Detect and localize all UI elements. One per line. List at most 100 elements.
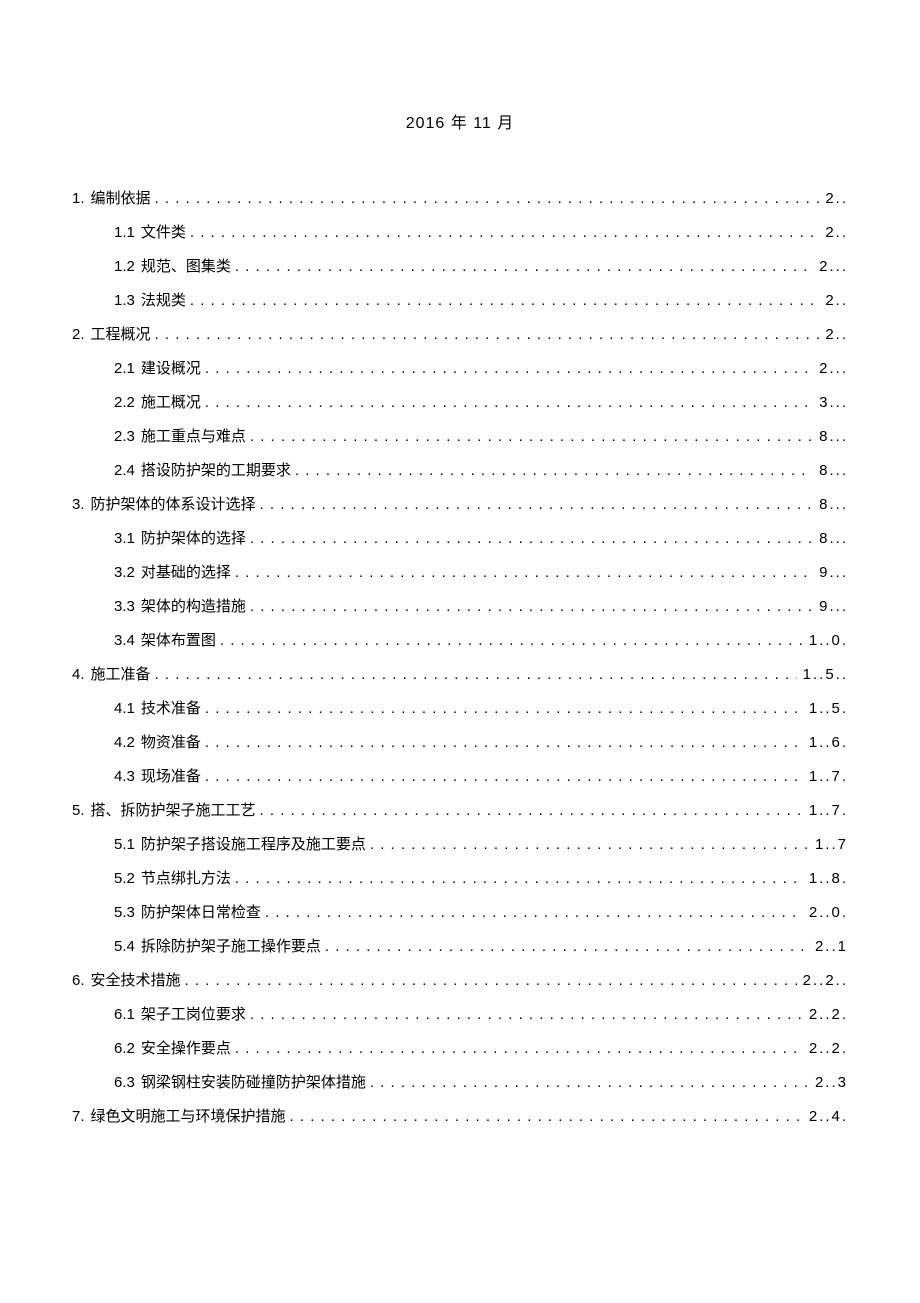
- toc-page-number: 1..7: [809, 831, 848, 858]
- document-date: 2016 年 11 月: [72, 110, 848, 139]
- toc-entry: 6.1 架子工岗位要求 2..2.: [72, 1001, 848, 1028]
- toc-leader-dots: [205, 355, 813, 382]
- toc-leader-dots: [290, 1103, 803, 1130]
- toc-leader-dots: [260, 797, 803, 824]
- toc-page-number: 8...: [813, 457, 848, 484]
- toc-page-number: 3...: [813, 389, 848, 416]
- toc-page-number: 8...: [813, 423, 848, 450]
- toc-page-number: 2..2..: [797, 967, 848, 994]
- toc-page-number: 1..7.: [803, 763, 848, 790]
- toc-number: 3.3: [114, 593, 135, 620]
- toc-page-number: 2..: [819, 321, 848, 348]
- toc-number: 1.: [72, 185, 85, 212]
- toc-page-number: 2...: [813, 355, 848, 382]
- toc-page-number: 8...: [813, 491, 848, 518]
- toc-title: 安全操作要点: [141, 1035, 231, 1062]
- toc-page-number: 9...: [813, 559, 848, 586]
- toc-page-number: 8...: [813, 525, 848, 552]
- toc-page-number: 1..0.: [803, 627, 848, 654]
- toc-entry: 4.1技术准备1..5.: [72, 695, 848, 722]
- toc-entry: 7.绿色文明施工与环境保护措施2..4.: [72, 1103, 848, 1130]
- toc-leader-dots: [155, 321, 820, 348]
- toc-number: 3.: [72, 491, 85, 518]
- toc-title: 防护架体日常检查: [141, 899, 261, 926]
- toc-number: 2.: [72, 321, 85, 348]
- toc-entry: 1.3法规类2..: [72, 287, 848, 314]
- toc-number: 1.3: [114, 287, 135, 314]
- toc-number: 2.3: [114, 423, 135, 450]
- toc-number: 5.: [72, 797, 85, 824]
- toc-leader-dots: [370, 1069, 809, 1096]
- toc-page-number: 2..: [819, 185, 848, 212]
- toc-title: 搭、拆防护架子施工工艺: [91, 797, 256, 824]
- toc-title: 安全技术措施: [91, 967, 181, 994]
- toc-number: 5.1: [114, 831, 135, 858]
- toc-leader-dots: [295, 457, 813, 484]
- toc-title: 防护架体的体系设计选择: [91, 491, 256, 518]
- toc-entry: 3.防护架体的体系设计选择 8...: [72, 491, 848, 518]
- toc-number: 6.3: [114, 1069, 135, 1096]
- toc-leader-dots: [250, 593, 813, 620]
- toc-leader-dots: [325, 933, 809, 960]
- toc-number: 4.: [72, 661, 85, 688]
- toc-title: 文件类: [141, 219, 186, 246]
- toc-leader-dots: [190, 287, 819, 314]
- toc-entry: 5.4拆除防护架子施工操作要点2..1: [72, 933, 848, 960]
- toc-leader-dots: [260, 491, 814, 518]
- toc-number: 3.1: [114, 525, 135, 552]
- toc-entry: 2.3 施工重点与难点 8...: [72, 423, 848, 450]
- toc-entry: 2.4搭设防护架的工期要求8...: [72, 457, 848, 484]
- toc-number: 1.2: [114, 253, 135, 280]
- toc-leader-dots: [235, 253, 813, 280]
- toc-entry: 5.3防护架体日常检查2..0.: [72, 899, 848, 926]
- toc-number: 5.4: [114, 933, 135, 960]
- toc-number: 7.: [72, 1103, 85, 1130]
- toc-entry: 4.3现场准备1..7.: [72, 763, 848, 790]
- toc-number: 6.: [72, 967, 85, 994]
- toc-title: 施工概况: [141, 389, 201, 416]
- toc-number: 6.1: [114, 1001, 135, 1028]
- toc-number: 2.2: [114, 389, 135, 416]
- toc-entry: 6.3钢梁钢柱安装防碰撞防护架体措施2..3: [72, 1069, 848, 1096]
- toc-title: 架体布置图: [141, 627, 216, 654]
- toc-leader-dots: [250, 1001, 803, 1028]
- toc-number: 4.1: [114, 695, 135, 722]
- toc-number: 5.2: [114, 865, 135, 892]
- toc-entry: 3.3 架体的构造措施 9...: [72, 593, 848, 620]
- toc-page-number: 2..: [819, 287, 848, 314]
- toc-page-number: 1..8.: [803, 865, 848, 892]
- toc-title: 物资准备: [141, 729, 201, 756]
- toc-title: 现场准备: [141, 763, 201, 790]
- toc-leader-dots: [155, 661, 797, 688]
- toc-entry: 5.2节点绑扎方法1..8.: [72, 865, 848, 892]
- toc-entry: 3.4 架体布置图 1..0.: [72, 627, 848, 654]
- toc-leader-dots: [205, 695, 803, 722]
- toc-title: 架子工岗位要求: [141, 1001, 246, 1028]
- toc-entry: 3.1 防护架体的选择 8...: [72, 525, 848, 552]
- toc-title: 防护架子搭设施工程序及施工要点: [141, 831, 366, 858]
- toc-title: 编制依据: [91, 185, 151, 212]
- toc-leader-dots: [185, 967, 797, 994]
- toc-title: 施工重点与难点: [141, 423, 246, 450]
- toc-entry: 5.搭、拆防护架子施工工艺 1..7.: [72, 797, 848, 824]
- toc-page-number: 1..7.: [803, 797, 848, 824]
- toc-title: 防护架体的选择: [141, 525, 246, 552]
- toc-number: 4.2: [114, 729, 135, 756]
- toc-title: 搭设防护架的工期要求: [141, 457, 291, 484]
- toc-number: 1.1: [114, 219, 135, 246]
- toc-title: 架体的构造措施: [141, 593, 246, 620]
- toc-number: 3.4: [114, 627, 135, 654]
- toc-leader-dots: [190, 219, 819, 246]
- toc-page-number: 2..2.: [803, 1001, 848, 1028]
- toc-leader-dots: [205, 729, 803, 756]
- toc-title: 建设概况: [141, 355, 201, 382]
- toc-title: 技术准备: [141, 695, 201, 722]
- toc-number: 3.2: [114, 559, 135, 586]
- toc-page-number: 2..1: [809, 933, 848, 960]
- table-of-contents: 1.编制依据2..1.1文件类2..1.2规范、图集类2...1.3法规类2..…: [72, 185, 848, 1130]
- toc-page-number: 9...: [813, 593, 848, 620]
- toc-title: 钢梁钢柱安装防碰撞防护架体措施: [141, 1069, 366, 1096]
- toc-page-number: 2..: [819, 219, 848, 246]
- toc-entry: 5.1 防护架子搭设施工程序及施工要点 1..7: [72, 831, 848, 858]
- toc-title: 工程概况: [91, 321, 151, 348]
